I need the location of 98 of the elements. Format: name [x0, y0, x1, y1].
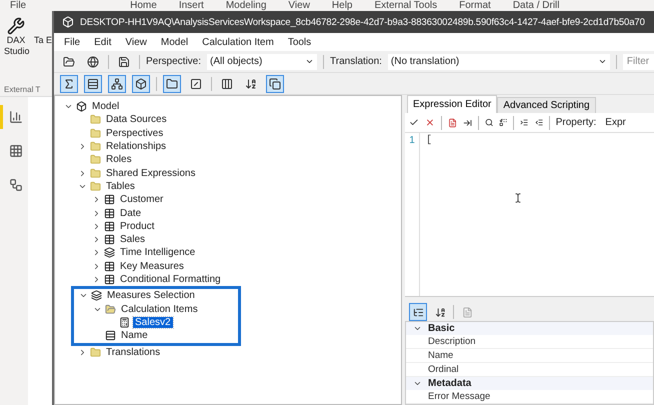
tree-item[interactable]: Relationships: [104, 141, 168, 152]
tree-item[interactable]: Calculation Items: [119, 304, 200, 315]
tree-item[interactable]: Time Intelligence: [118, 247, 198, 258]
tree-item[interactable]: Perspectives: [104, 128, 166, 139]
folder-icon: [90, 347, 101, 358]
outdent-icon[interactable]: [534, 117, 543, 128]
table-icon: [104, 208, 115, 219]
code-line: [: [426, 135, 432, 146]
hierarchy-icon: [111, 78, 123, 90]
table-icon: [104, 220, 115, 232]
view-toggle-button[interactable]: [84, 74, 102, 92]
sort-icon: [245, 78, 257, 90]
chevron-down-icon[interactable]: [412, 379, 422, 388]
wrench-icon[interactable]: [7, 17, 25, 35]
menu-item[interactable]: Calculation Item: [202, 36, 274, 48]
property-name[interactable]: Name: [428, 350, 454, 361]
folder-icon: [90, 168, 101, 179]
copy-icon: [269, 78, 281, 90]
ribbon-tab[interactable]: External Tools: [374, 0, 438, 11]
text-cursor-icon: [513, 193, 523, 204]
table-icon: [104, 274, 115, 285]
slashed-square-icon: [190, 78, 202, 90]
calculator-icon: [119, 316, 130, 328]
filter-field[interactable]: Filter: [622, 54, 654, 70]
perspective-dropdown[interactable]: (All objects): [207, 54, 318, 70]
tree-item[interactable]: Date: [118, 208, 144, 219]
view-toggle-button[interactable]: [163, 74, 181, 92]
ribbon-tab[interactable]: View: [288, 0, 310, 11]
perspective-label: Perspective:: [146, 56, 202, 67]
property-name[interactable]: Description: [428, 336, 476, 347]
window-title: DESKTOP-HH1V9AQ\AnalysisServicesWorkspace_8cb46782-298e-42d7-b9a3-88363002489b.590f63c4-1427-4aef-bfe9-2cd1d7b50a70: [80, 16, 645, 28]
app-icon: [62, 16, 74, 28]
table-icon: [104, 194, 115, 206]
ribbon-tab[interactable]: Modeling: [226, 0, 266, 11]
property-category: Basic: [428, 323, 455, 334]
search-icon[interactable]: [484, 117, 494, 128]
file-tab[interactable]: File: [10, 0, 26, 11]
translation-dropdown[interactable]: (No translation): [388, 54, 610, 70]
ribbon-tab[interactable]: Home: [130, 0, 157, 11]
ribbon-button[interactable]: DAX Studio: [4, 35, 28, 57]
folder-icon: [90, 141, 101, 152]
bar-chart-icon: [8, 110, 22, 124]
ribbon-tab[interactable]: Help: [332, 0, 352, 11]
column-icon: [87, 78, 99, 90]
folder-icon: [90, 114, 101, 126]
columns-icon: [221, 78, 233, 90]
property-name[interactable]: Error Message: [428, 391, 490, 402]
translation-label: Translation:: [330, 56, 382, 67]
tree-item[interactable]: Product: [118, 220, 156, 232]
menu-item[interactable]: Edit: [94, 36, 112, 48]
view-toggle-button[interactable]: [108, 74, 126, 92]
folder-icon: [90, 128, 101, 139]
ribbon-tab[interactable]: Data / Drill: [512, 0, 560, 11]
view-toggle-button[interactable]: [60, 74, 78, 92]
cube-icon: [135, 78, 147, 90]
ribbon-tab[interactable]: Format: [459, 0, 491, 11]
tree-item[interactable]: Measures Selection: [105, 290, 197, 302]
line-number: 1: [409, 135, 415, 146]
property-name[interactable]: Ordinal: [428, 364, 459, 375]
group-label: External T: [4, 85, 42, 96]
tree-item[interactable]: Sales: [118, 234, 148, 246]
folder-icon: [90, 154, 101, 166]
chevron-down-icon[interactable]: [412, 324, 422, 333]
table-icon: [104, 234, 115, 246]
indent-icon[interactable]: [520, 117, 529, 128]
tree-item[interactable]: Tables: [104, 180, 137, 192]
property-label: Property:: [556, 117, 596, 128]
folder-icon: [166, 78, 178, 90]
model-icon: [8, 178, 22, 192]
tree-item[interactable]: Translations: [104, 347, 162, 358]
tree-item[interactable]: Shared Expressions: [104, 168, 198, 179]
tree-item[interactable]: Model: [90, 101, 122, 112]
menu-item[interactable]: Tools: [288, 36, 312, 48]
code-editor[interactable]: 1 [: [405, 133, 654, 297]
ribbon-tab[interactable]: Insert: [178, 0, 204, 11]
view-toggle-button[interactable]: [266, 74, 284, 92]
tree-item[interactable]: Customer: [118, 194, 166, 206]
folder-icon: [105, 304, 116, 315]
tree-item[interactable]: Roles: [104, 154, 134, 166]
column-icon: [105, 330, 116, 342]
sigma-icon: [63, 78, 75, 90]
property-category: Metadata: [428, 378, 472, 389]
table-icon: [8, 144, 22, 158]
menu-item[interactable]: View: [125, 36, 147, 48]
editor-tab[interactable]: Expression Editor: [407, 95, 498, 113]
table-icon: [104, 260, 115, 272]
cube-icon: [76, 101, 87, 112]
menu-item[interactable]: Model: [160, 36, 188, 48]
editor-tab[interactable]: Advanced Scripting: [497, 97, 596, 113]
tree-item[interactable]: Data Sources: [104, 114, 169, 126]
tree-item[interactable]: Key Measures: [118, 260, 186, 272]
tree-item[interactable]: Conditional Formatting: [118, 274, 223, 285]
ribbon-button[interactable]: Ta E: [31, 35, 55, 46]
tree-item[interactable]: Name: [119, 330, 150, 342]
view-toggle-button[interactable]: [132, 74, 150, 92]
menu-item[interactable]: File: [64, 36, 80, 48]
folder-icon: [90, 180, 101, 192]
tree-item[interactable]: Salesv2: [133, 316, 173, 328]
